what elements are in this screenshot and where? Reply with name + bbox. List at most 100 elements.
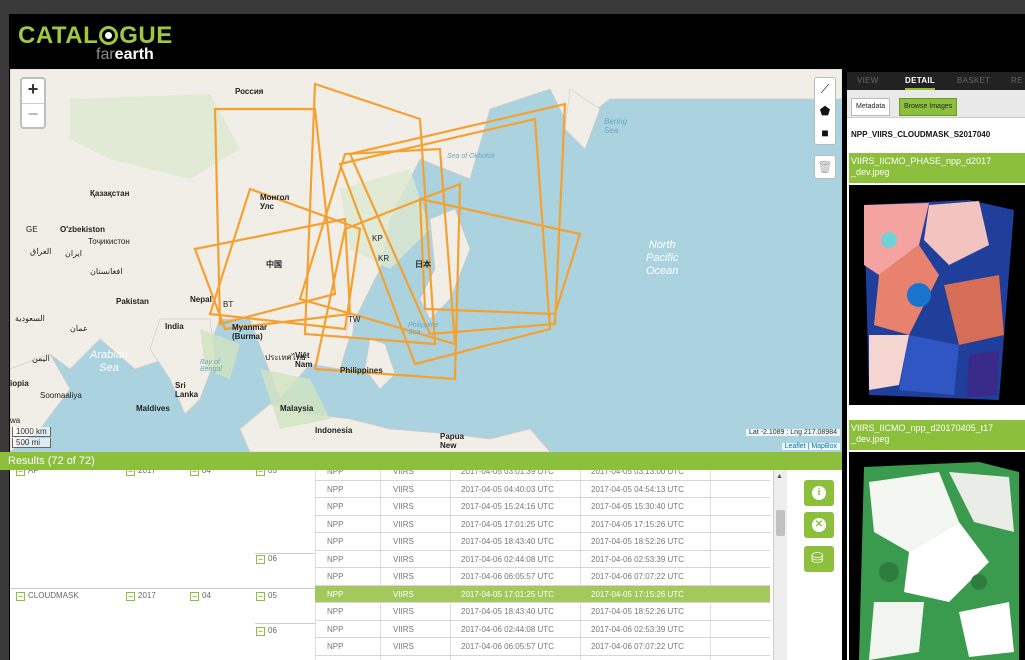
results-tree: − AF −2017 −04 −05 −06 − CLOUDMASK −2017 −04 −05 −0… [10,470,315,660]
cell-sensor: VIIRS [393,607,414,616]
tree-divider [255,552,315,554]
info-button[interactable]: i [804,480,834,506]
cell-start: 2017-04-06 02:44:08 UTC [461,624,554,634]
map-label: Россия [235,87,264,96]
map-view[interactable]: Россия Қазақстан Монгол Улс O'zbekiston … [10,69,842,452]
draw-rectangle-icon[interactable]: ■ [815,122,835,144]
zoom-control: + − [20,77,46,129]
tree-day[interactable]: −05 [256,591,277,601]
zoom-in-button[interactable]: + [22,79,44,103]
tree-year[interactable]: −2017 [126,591,156,601]
map-label: العراق [30,247,52,256]
detail-content: Metadata Browse Images NPP_VIIRS_CLOUDMA… [847,90,1025,660]
tree-month[interactable]: −04 [190,591,211,601]
cell-start: 2017-04-05 15:24:16 UTC [461,502,554,511]
table-row[interactable]: NPP VIIRS 2017-04-06 02:44:08 UTC 2017-04-0… [315,551,770,568]
cell-sensor: VIIRS [393,502,414,511]
cell-end: 2017-04-06 07:07:22 UTC [591,642,684,651]
cell-sat: NPP [327,624,344,634]
tree-year[interactable]: −2017 [126,470,156,476]
trash-icon[interactable]: 🗑 [814,155,836,179]
cell-sensor: VIIRS [393,554,414,564]
results-scrollbar[interactable]: ▲ [773,470,787,660]
table-row[interactable]: NPP VIIRS 2017-04-05 03:01:39 UTC 2017-04-0… [315,470,770,481]
scale-mi: 500 mi [12,438,51,448]
cell-sensor: VIIRS [393,642,414,651]
map-label: Sri Lanka [175,381,199,399]
map-label: Қазақстан [90,189,130,198]
tab-other[interactable]: RE [1011,72,1023,90]
cell-sensor: VIIRS [393,484,414,494]
map-label: 日本 [415,260,431,269]
cell-end: 2017-04-06 02:53:39 UTC [591,554,684,564]
map-label: Pakistan [116,297,149,306]
table-row[interactable]: NPP VIIRS 2017-04-06 02:44:08 UTC 2017-04-0… [315,621,770,638]
collapse-toggle-icon[interactable]: − [256,626,265,636]
cell-end: 2017-04-05 17:15:26 UTC [591,589,684,599]
table-row[interactable]: NPP VIIRS 2017-04-05 04:40:03 UTC 2017-04-0… [315,481,770,498]
subtab-browse-images[interactable]: Browse Images [899,98,958,116]
draw-polygon-icon[interactable]: ⬟ [815,100,835,122]
basket-button[interactable]: ⛁ [804,546,834,572]
table-row[interactable]: NPP VIIRS 2017-04-05 18:43:40 UTC 2017-04-0… [315,533,770,551]
cell-sensor: VIIRS [393,537,414,546]
collapse-toggle-icon[interactable]: − [126,470,135,476]
collapse-toggle-icon[interactable]: − [190,470,199,476]
table-row[interactable]: NPP VIIRS 2017-04-05 17:01:25 UTC 2017-04-0… [315,516,770,533]
browse-image-phase[interactable] [849,185,1025,405]
tree-product[interactable]: − CLOUDMASK [16,591,79,601]
scroll-thumb[interactable] [776,510,785,536]
tree-day[interactable]: −05 [256,470,277,476]
table-row[interactable]: NPP VIIRS 2017-04-05 17:01:25 UTC 2017-04-0… [315,585,770,603]
cell-end: 2017-04-05 15:30:40 UTC [591,502,684,511]
collapse-toggle-icon[interactable]: − [256,591,265,601]
collapse-toggle-icon[interactable]: − [256,470,265,476]
logo-subtitle: farearth [96,46,154,63]
map-label: wa [10,416,21,425]
app-window: CATAL GUE farearth Россия Қазақстан Монго… [0,0,1025,660]
tree-product[interactable]: − AF [16,470,38,476]
cell-sensor: VIIRS [393,572,414,581]
tab-basket[interactable]: BASKET [957,72,990,90]
subtab-metadata[interactable]: Metadata [851,98,891,116]
browse-image-cloudmask[interactable] [849,452,1025,660]
draw-line-icon[interactable]: ⟋ [815,78,835,100]
app-logo[interactable]: CATAL GUE farearth [18,22,188,64]
cell-start: 2017-04-05 03:01:39 UTC [461,470,554,476]
scale-bar: 1000 km 500 mi [12,426,51,448]
tree-month[interactable]: −04 [190,470,211,476]
sea-label: Philippine Sea [408,322,439,336]
scroll-up-icon[interactable]: ▲ [776,473,783,480]
sea-label: Bay of Bengal [200,359,222,373]
tab-detail[interactable]: DETAIL [905,72,936,90]
sea-label: Sea of Okhotsk [447,153,495,160]
collapse-toggle-icon[interactable]: − [126,591,135,601]
cell-sensor: VIIRS [393,624,414,634]
table-row[interactable]: NPP VIIRS 2017-04-05 15:24:16 UTC 2017-04-0… [315,498,770,516]
cell-start: 2017-04-05 17:01:25 UTC [461,589,554,599]
map-label: Тоҷикистон [88,237,130,246]
cell-sat: NPP [327,607,344,616]
map-label: Malaysia [280,404,314,413]
results-panel: − AF −2017 −04 −05 −06 − CLOUDMASK −2017 −04 −05 −0… [10,470,842,660]
map-label: Soomaaliya [40,391,82,400]
map-label: TW [348,315,361,324]
tab-view[interactable]: VIEW [857,72,879,90]
map-label: Nepal [190,295,212,304]
collapse-toggle-icon[interactable]: − [16,470,25,476]
tree-day[interactable]: −06 [256,626,277,636]
collapse-toggle-icon[interactable]: − [190,591,199,601]
collapse-toggle-icon[interactable]: − [256,554,265,564]
cell-sensor: VIIRS [393,519,414,529]
map-attribution[interactable]: Leaflet | MapBox [781,443,840,450]
zoom-out-button[interactable]: − [22,103,44,127]
map-label: Indonesia [315,426,353,435]
tree-day[interactable]: −06 [256,554,277,564]
results-header: Results (72 of 72) [0,452,842,470]
cell-start: 2017-04-06 06:05:57 UTC [461,642,554,651]
table-row[interactable]: NPP VIIRS 2017-04-06 06:05:57 UTC 2017-04-0… [315,638,770,656]
collapse-toggle-icon[interactable]: − [16,591,25,601]
table-row[interactable]: NPP VIIRS 2017-04-05 18:43:40 UTC 2017-04-0… [315,603,770,621]
remove-button[interactable]: ✕ [804,512,834,538]
table-row[interactable]: NPP VIIRS 2017-04-06 06:05:57 UTC 2017-04-0… [315,568,770,586]
